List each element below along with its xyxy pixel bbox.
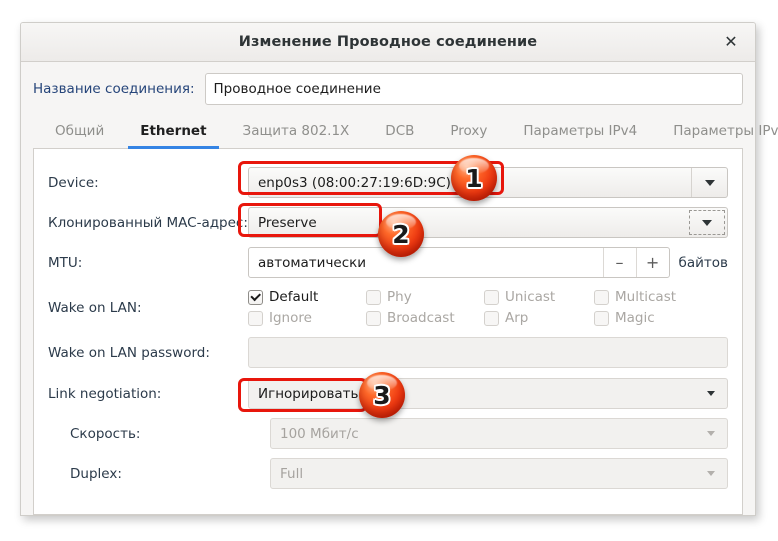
tab-ethernet[interactable]: Ethernet [122,116,224,149]
wol-password-control [248,337,728,368]
tab-proxy[interactable]: Proxy [432,116,505,148]
cloned-mac-control: Preserve [248,207,728,238]
device-value: enp0s3 (08:00:27:19:6D:9C) [258,174,451,191]
edit-connection-dialog: Изменение Проводное соединение ✕ Названи… [20,22,778,516]
wol-label-unicast: Unicast [505,289,556,305]
cloned-mac-combobox[interactable]: Preserve [248,207,728,238]
mtu-increment-button[interactable]: + [635,248,669,277]
wol-checkbox-unicast[interactable]: Unicast [484,289,594,305]
connection-name-row: Название соединения: Проводное соединени… [33,72,743,106]
link-negotiation-value: Игнорировать [258,385,359,402]
device-control: enp0s3 (08:00:27:19:6D:9C) [248,167,728,198]
cloned-mac-label: Клонированный MAC-адрес: [48,214,248,231]
wol-label-default: Default [269,289,319,305]
chevron-down-icon [702,219,712,226]
wol-label-arp: Arp [505,310,529,326]
speed-label: Скорость: [70,425,141,442]
checkbox-icon [484,310,499,326]
wake-on-lan-row: Wake on LAN: Default Phy Unicast Multica… [48,289,728,326]
link-negotiation-combobox[interactable]: Игнорировать [248,378,728,409]
device-dropdown-arrow[interactable] [691,168,727,197]
checkbox-icon [484,289,499,305]
checkbox-icon [594,310,609,326]
dialog-body: Название соединения: Проводное соединени… [21,62,778,515]
checkbox-icon [594,289,609,305]
wake-on-lan-label: Wake on LAN: [48,299,142,316]
duplex-value: Full [280,465,304,482]
duplex-label: Duplex: [70,465,122,482]
wol-label-phy: Phy [387,289,412,305]
speed-control: 100 Мбит/с [270,418,728,449]
mtu-units-label: байтов [678,254,728,271]
wol-checkbox-ignore[interactable]: Ignore [248,310,366,326]
chevron-down-icon [707,471,715,476]
chevron-down-icon [707,431,715,436]
mtu-control: автоматически – + байтов [248,247,728,278]
mtu-label: MTU: [48,254,83,271]
checkbox-icon [248,310,263,326]
connection-name-input[interactable]: Проводное соединение [204,73,743,105]
cloned-mac-value: Preserve [258,214,317,231]
wol-label-ignore: Ignore [269,310,312,326]
wol-password-label: Wake on LAN password: [48,344,210,361]
speed-combobox[interactable]: 100 Мбит/с [270,418,728,449]
wake-on-lan-options: Default Phy Unicast Multicast Ignore Bro… [248,289,728,326]
wol-label-multicast: Multicast [615,289,677,305]
link-negotiation-dropdown-arrow[interactable] [695,379,727,408]
wol-label-broadcast: Broadcast [387,310,455,326]
tab-security-8021x[interactable]: Защита 802.1X [225,116,368,148]
mtu-value[interactable]: автоматически [249,255,603,271]
checkbox-icon [366,310,381,326]
chevron-down-icon [707,391,715,396]
wol-checkbox-magic[interactable]: Magic [594,310,714,326]
window-title: Изменение Проводное соединение [238,34,538,50]
wol-checkbox-default[interactable]: Default [248,289,366,305]
cloned-mac-row: Клонированный MAC-адрес: Preserve [48,207,728,238]
duplex-dropdown-arrow[interactable] [695,459,727,488]
wol-checkbox-broadcast[interactable]: Broadcast [366,310,484,326]
mtu-spinner[interactable]: автоматически – + [248,247,670,278]
checkbox-icon [366,289,381,305]
speed-value: 100 Мбит/с [280,425,359,442]
checkbox-icon [248,289,263,305]
speed-row: Скорость: 100 Мбит/с [48,418,728,449]
device-row: Device: enp0s3 (08:00:27:19:6D:9C) [48,167,728,198]
wol-label-magic: Magic [615,310,655,326]
tab-general[interactable]: Общий [37,116,122,148]
duplex-combobox[interactable]: Full [270,458,728,489]
close-icon[interactable]: ✕ [719,30,743,54]
link-negotiation-control: Игнорировать [248,378,728,409]
link-negotiation-label: Link negotiation: [48,385,162,402]
mtu-row: MTU: автоматически – + байтов [48,247,728,278]
mtu-decrement-button[interactable]: – [602,248,636,277]
tab-dcb[interactable]: DCB [367,116,432,148]
speed-dropdown-arrow[interactable] [695,419,727,448]
connection-name-label: Название соединения: [33,81,195,97]
wol-checkbox-arp[interactable]: Arp [484,310,594,326]
wol-password-row: Wake on LAN password: [48,337,728,368]
device-combobox[interactable]: enp0s3 (08:00:27:19:6D:9C) [248,167,728,198]
cloned-mac-dropdown-arrow[interactable] [689,210,725,235]
wol-checkbox-phy[interactable]: Phy [366,289,484,305]
wol-checkbox-multicast[interactable]: Multicast [594,289,714,305]
wol-password-input[interactable] [248,337,728,368]
device-label: Device: [48,174,99,191]
title-bar: Изменение Проводное соединение ✕ [21,23,755,62]
chevron-down-icon [704,179,715,186]
wake-on-lan-control: Default Phy Unicast Multicast Ignore Bro… [248,289,728,326]
ethernet-tab-page: Device: enp0s3 (08:00:27:19:6D:9C) Клони… [33,149,743,515]
link-negotiation-row: Link negotiation: Игнорировать [48,378,728,409]
tab-bar: Общий Ethernet Защита 802.1X DCB Proxy П… [33,115,778,149]
duplex-row: Duplex: Full [48,458,728,489]
tab-ipv6[interactable]: Параметры IPv6 [655,116,778,148]
duplex-control: Full [270,458,728,489]
tab-ipv4[interactable]: Параметры IPv4 [505,116,655,148]
